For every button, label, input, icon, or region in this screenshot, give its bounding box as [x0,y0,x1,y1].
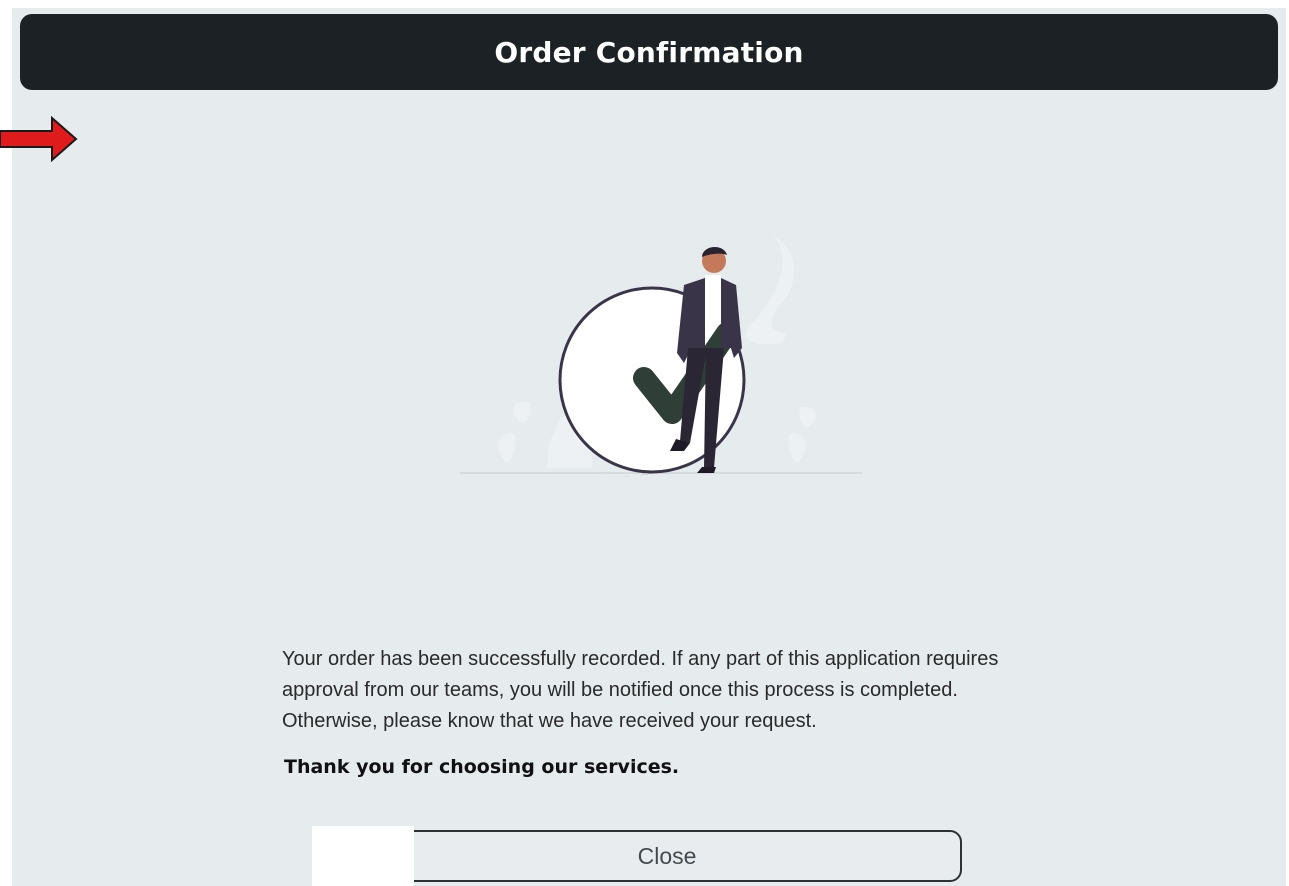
right-arrow-icon [0,116,78,162]
confirmation-message: Your order has been successfully recorde… [282,648,999,732]
dialog-header: Order Confirmation [20,14,1278,90]
obscured-region [312,826,414,886]
close-button[interactable]: Close [372,830,962,882]
thank-you-text: Thank you for choosing our services. [284,756,680,778]
close-button-label: Close [637,842,697,869]
success-illustration [460,235,862,477]
order-confirmation-dialog: Order Confirmation Your order has been s… [12,8,1286,886]
dialog-title: Order Confirmation [494,35,804,69]
screenshot-stage: Order Confirmation Your order has been s… [0,0,1289,886]
